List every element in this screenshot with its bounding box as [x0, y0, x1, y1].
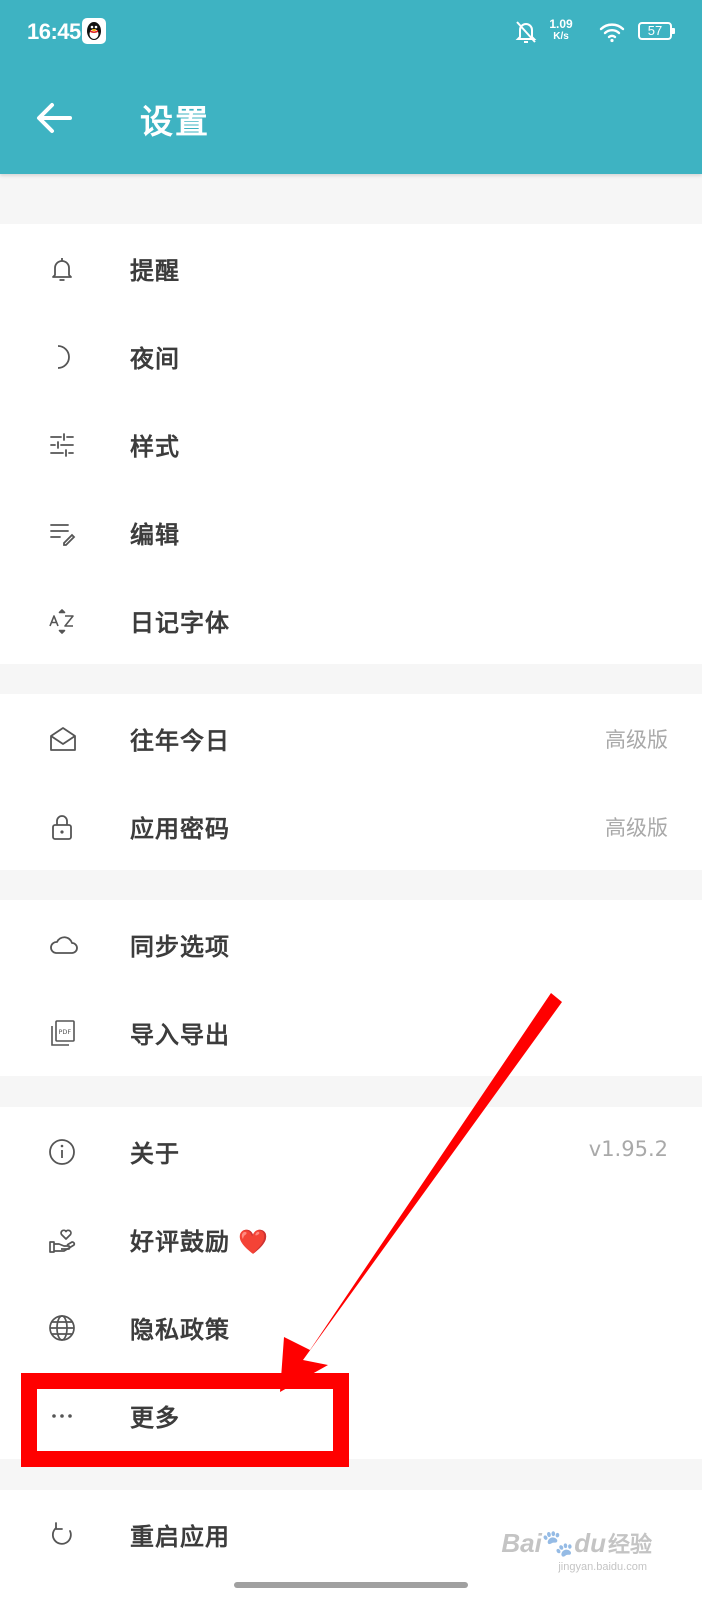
bell-off-icon	[512, 18, 540, 50]
settings-item-on-this-day[interactable]: 往年今日 高级版	[0, 694, 702, 782]
app-bar: 16:45 1.09 K/s 57 设置	[0, 0, 702, 174]
settings-item-sync-options[interactable]: 同步选项	[0, 900, 702, 988]
sliders-icon	[48, 431, 76, 459]
az-sort-icon	[48, 607, 76, 635]
settings-item-label: 夜间	[130, 345, 180, 373]
watermark-url: jingyan.baidu.com	[558, 1561, 647, 1573]
settings-item-rate-app[interactable]: 好评鼓励 ❤️	[0, 1195, 702, 1283]
wifi-icon	[598, 20, 626, 48]
cloud-icon	[48, 931, 78, 959]
status-bar: 16:45 1.09 K/s 57	[0, 0, 702, 64]
status-indicators: 1.09 K/s 57	[472, 16, 675, 50]
baidu-watermark: Bai🐾du经验	[501, 1528, 652, 1558]
settings-item-edit[interactable]: 编辑	[0, 488, 702, 576]
settings-item-label: 好评鼓励 ❤️	[130, 1228, 269, 1256]
globe-icon	[48, 1314, 76, 1342]
page-title: 设置	[140, 102, 210, 141]
settings-item-about[interactable]: 关于 v1.95.2	[0, 1107, 702, 1195]
envelope-open-icon	[48, 725, 76, 753]
pdf-icon: PDF	[48, 1019, 76, 1047]
info-icon	[48, 1138, 76, 1166]
network-speed: 1.09 K/s	[549, 17, 573, 43]
settings-item-label: 编辑	[130, 521, 180, 549]
settings-item-diary-font[interactable]: 日记字体	[0, 576, 702, 664]
settings-item-label: 样式	[130, 433, 180, 461]
settings-item-label: 隐私政策	[130, 1316, 230, 1344]
home-indicator[interactable]	[234, 1582, 468, 1588]
settings-item-label: 应用密码	[130, 815, 230, 843]
settings-item-privacy-policy[interactable]: 隐私政策	[0, 1283, 702, 1371]
settings-item-label: 同步选项	[130, 933, 230, 961]
settings-item-night-mode[interactable]: 夜间	[0, 312, 702, 400]
battery-icon: 57	[638, 22, 675, 40]
version-text: v1.95.2	[588, 1137, 668, 1161]
premium-badge: 高级版	[605, 728, 668, 752]
settings-item-reminder[interactable]: 提醒	[0, 224, 702, 312]
premium-badge: 高级版	[605, 816, 668, 840]
settings-item-label: 重启应用	[130, 1523, 230, 1551]
back-button[interactable]	[30, 94, 78, 142]
bell-icon	[48, 255, 76, 283]
settings-item-label: 导入导出	[130, 1021, 230, 1049]
settings-item-style[interactable]: 样式	[0, 400, 702, 488]
settings-section-data: 同步选项 PDF 导入导出	[0, 900, 702, 1076]
lock-icon	[48, 813, 76, 841]
settings-section-display: 提醒 夜间 样式 编辑 日记字体	[0, 224, 702, 664]
heart-hand-icon	[48, 1226, 76, 1254]
edit-list-icon	[48, 519, 76, 547]
svg-text:PDF: PDF	[59, 1028, 72, 1036]
settings-item-label: 提醒	[130, 257, 180, 285]
settings-item-label: 日记字体	[130, 609, 230, 637]
settings-item-app-password[interactable]: 应用密码 高级版	[0, 782, 702, 870]
qq-penguin-icon	[82, 18, 106, 48]
status-time: 16:45	[27, 19, 81, 44]
restart-icon	[48, 1521, 76, 1549]
heart-emoji: ❤️	[238, 1228, 269, 1256]
moon-icon	[48, 343, 76, 371]
settings-item-import-export[interactable]: PDF 导入导出	[0, 988, 702, 1076]
arrow-left-icon	[37, 103, 72, 133]
settings-item-label: 关于	[130, 1140, 180, 1168]
settings-section-premium: 往年今日 高级版 应用密码 高级版	[0, 694, 702, 870]
annotation-highlight-box	[21, 1373, 349, 1467]
settings-item-label: 往年今日	[130, 727, 230, 755]
